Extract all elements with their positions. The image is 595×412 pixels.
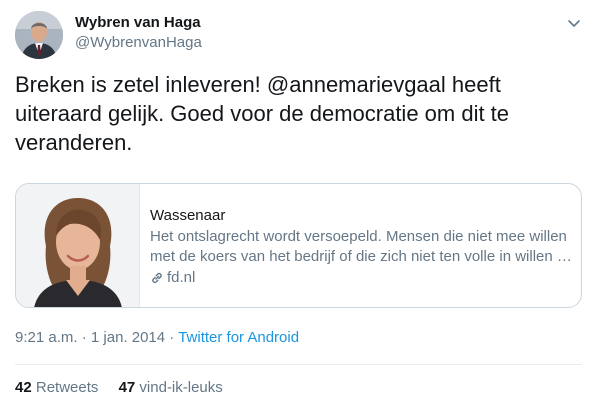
tweet-source-link[interactable]: Twitter for Android — [178, 329, 299, 346]
card-domain: fd.nl — [150, 268, 574, 287]
likes-count: 47 — [118, 379, 136, 396]
mention-link[interactable]: @annemarievgaal — [267, 72, 446, 97]
chevron-down-icon[interactable] — [565, 14, 583, 32]
meta-separator: · — [77, 329, 91, 346]
link-card[interactable]: Wassenaar Het ontslagrecht wordt versoep… — [15, 183, 582, 308]
tweet-stats: 42 Retweets 47 vind-ik-leuks — [15, 379, 239, 397]
avatar-image — [15, 11, 63, 59]
card-description-line-2: met de koers van het bedrijf of die zich… — [150, 248, 572, 265]
card-description-line-1: Het ontslagrecht wordt versoepeld. Mense… — [150, 228, 567, 245]
likes-label: vind-ik-leuks — [139, 379, 223, 396]
tweet-text-part1: Breken is zetel inleveren! — [15, 72, 267, 97]
retweets-count: 42 — [15, 379, 32, 396]
retweets-stat[interactable]: 42 Retweets — [15, 379, 98, 396]
tweet-time[interactable]: 9:21 a.m. — [15, 329, 78, 346]
card-domain-label: fd.nl — [167, 269, 196, 286]
meta-separator: · — [165, 329, 179, 346]
retweets-label: Retweets — [35, 379, 99, 396]
card-title: Wassenaar — [150, 207, 226, 224]
tweet-date[interactable]: 1 jan. 2014 — [91, 329, 165, 346]
avatar[interactable] — [15, 11, 63, 59]
link-icon — [150, 271, 164, 285]
author-handle[interactable]: @WybrenvanHaga — [75, 34, 202, 52]
tweet-text: Breken is zetel inleveren! @annemarievga… — [15, 70, 580, 157]
author-name[interactable]: Wybren van Haga — [75, 14, 201, 32]
divider — [15, 364, 582, 365]
tweet-meta: 9:21 a.m. · 1 jan. 2014 · Twitter for An… — [15, 329, 299, 347]
likes-stat[interactable]: 47 vind-ik-leuks — [119, 379, 223, 396]
card-image — [16, 184, 140, 307]
